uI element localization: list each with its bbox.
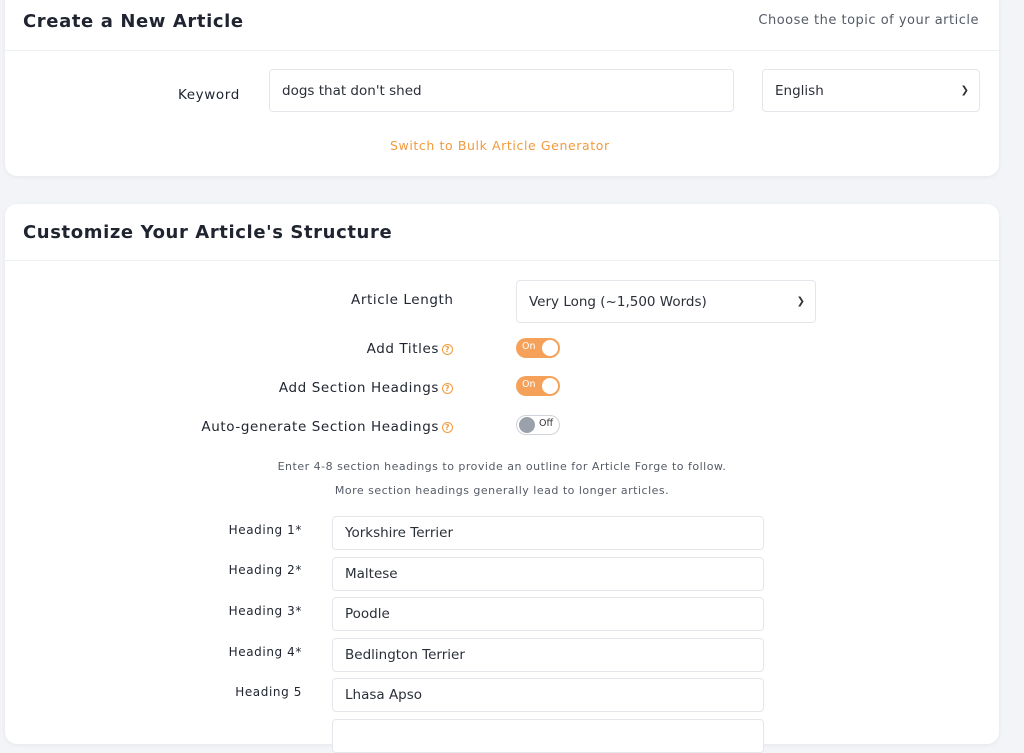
keyword-label: Keyword — [178, 87, 240, 103]
heading-3-label: Heading 3* — [228, 604, 302, 618]
question-circle-icon[interactable]: ? — [442, 344, 453, 355]
auto-generate-headings-toggle[interactable]: Off — [516, 415, 560, 435]
auto-generate-headings-label: Auto-generate Section Headings? — [201, 419, 453, 435]
auto-generate-toggle-state: Off — [538, 418, 553, 429]
heading-5-value: Lhasa Apso — [345, 687, 423, 703]
customize-title: Customize Your Article's Structure — [23, 222, 393, 243]
heading-3-value: Poodle — [345, 606, 390, 622]
heading-3-input[interactable]: Poodle — [332, 597, 764, 631]
chevron-down-icon: ❯ — [796, 296, 805, 307]
add-section-headings-toggle-state: On — [522, 379, 536, 390]
heading-2-input[interactable]: Maltese — [332, 557, 764, 591]
add-titles-label: Add Titles? — [367, 341, 453, 357]
heading-4-input[interactable]: Bedlington Terrier — [332, 638, 764, 672]
add-section-headings-text: Add Section Headings — [278, 380, 439, 396]
chevron-down-icon: ❯ — [960, 85, 969, 96]
customize-header: Customize Your Article's Structure — [5, 204, 999, 261]
question-circle-icon[interactable]: ? — [442, 422, 453, 433]
heading-5-input[interactable]: Lhasa Apso — [332, 678, 764, 712]
add-titles-text: Add Titles — [366, 341, 439, 357]
heading-1-input[interactable]: Yorkshire Terrier — [332, 516, 764, 550]
language-select[interactable]: English ❯ — [762, 69, 980, 112]
keyword-input-value: dogs that don't shed — [282, 82, 422, 99]
create-article-title: Create a New Article — [23, 11, 244, 32]
toggle-knob — [542, 340, 558, 356]
heading-1-label: Heading 1* — [228, 523, 302, 537]
headings-hint-line2: More section headings generally lead to … — [334, 484, 670, 497]
headings-hint-line1: Enter 4-8 section headings to provide an… — [277, 460, 727, 473]
topic-subtitle: Choose the topic of your article — [758, 13, 979, 28]
create-article-header: Create a New Article Choose the topic of… — [5, 0, 999, 51]
keyword-input[interactable]: dogs that don't shed — [269, 69, 734, 112]
heading-5-label: Heading 5 — [235, 685, 302, 699]
bulk-generator-link[interactable]: Switch to Bulk Article Generator — [390, 138, 610, 153]
add-titles-toggle-state: On — [522, 341, 536, 352]
create-article-card: Create a New Article Choose the topic of… — [5, 0, 999, 176]
add-titles-toggle[interactable]: On — [516, 338, 560, 358]
toggle-knob — [542, 378, 558, 394]
article-length-value: Very Long (~1,500 Words) — [529, 293, 707, 310]
question-circle-icon[interactable]: ? — [442, 383, 453, 394]
customize-structure-card: Customize Your Article's Structure Artic… — [5, 204, 999, 753]
heading-2-value: Maltese — [345, 566, 398, 582]
toggle-knob — [519, 417, 535, 433]
article-length-label: Article Length — [351, 292, 454, 308]
language-select-value: English — [775, 82, 824, 99]
article-length-select[interactable]: Very Long (~1,500 Words) ❯ — [516, 280, 816, 323]
auto-generate-headings-text: Auto-generate Section Headings — [201, 419, 439, 435]
heading-1-value: Yorkshire Terrier — [345, 525, 453, 541]
heading-2-label: Heading 2* — [228, 563, 302, 577]
add-section-headings-toggle[interactable]: On — [516, 376, 560, 396]
heading-6-input[interactable] — [332, 719, 764, 753]
add-section-headings-label: Add Section Headings? — [279, 380, 453, 396]
heading-4-label: Heading 4* — [228, 645, 302, 659]
heading-4-value: Bedlington Terrier — [345, 647, 465, 663]
